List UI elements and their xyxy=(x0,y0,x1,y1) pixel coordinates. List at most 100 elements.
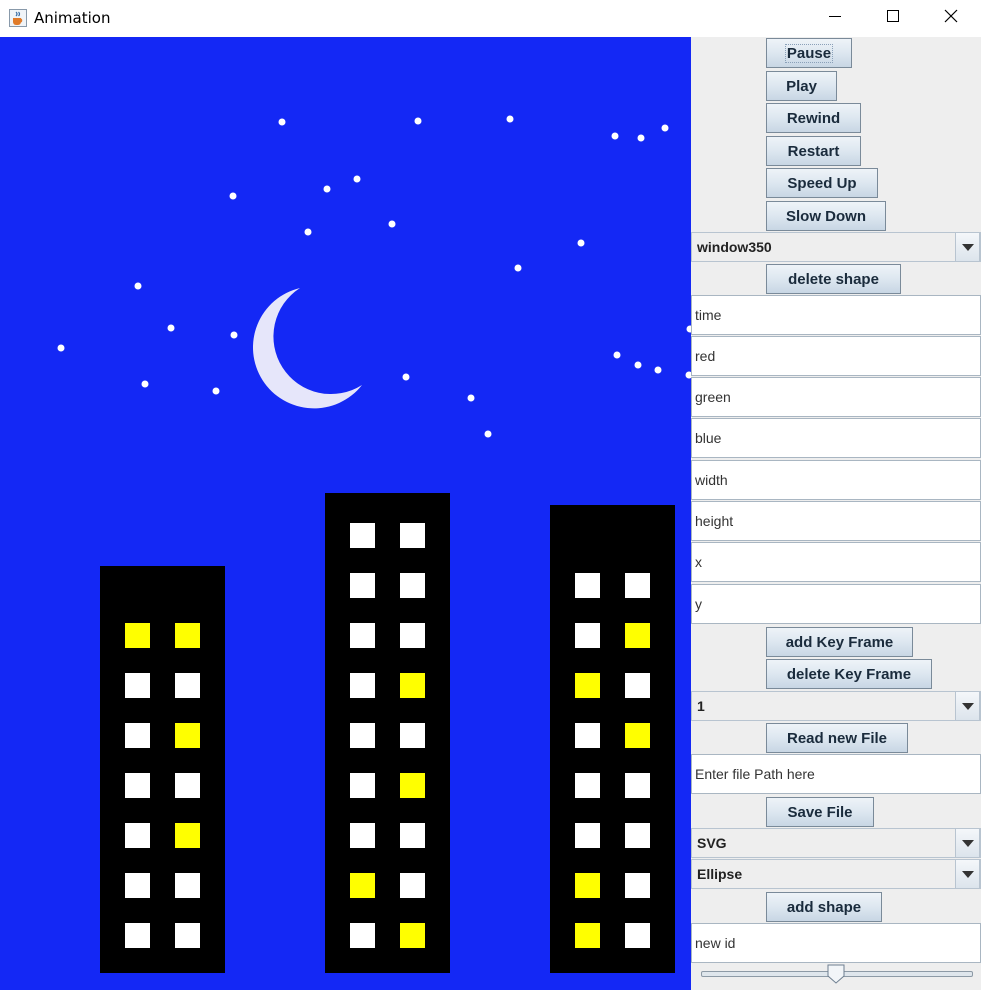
window xyxy=(400,723,425,748)
slow-down-button[interactable]: Slow Down xyxy=(766,201,886,231)
window xyxy=(175,873,200,898)
width-input[interactable] xyxy=(692,461,979,499)
maximize-icon xyxy=(886,9,900,28)
star xyxy=(613,351,621,359)
green-field[interactable] xyxy=(691,377,981,417)
keyframe-select[interactable]: 1 xyxy=(691,691,981,721)
star xyxy=(304,228,312,236)
shape-type-select[interactable]: Ellipse xyxy=(691,859,981,889)
building xyxy=(100,566,225,973)
shape-select-value: window350 xyxy=(697,239,772,255)
read-new-file-label: Read new File xyxy=(786,729,888,747)
delete-shape-label: delete shape xyxy=(788,270,879,288)
window xyxy=(350,923,375,948)
delete-shape-button[interactable]: delete shape xyxy=(766,264,901,294)
star xyxy=(57,344,65,352)
file-path-field[interactable] xyxy=(691,754,981,794)
blue-input[interactable] xyxy=(692,419,979,457)
window xyxy=(125,673,150,698)
shape-select[interactable]: window350 xyxy=(691,232,981,262)
green-input[interactable] xyxy=(692,378,979,416)
y-field[interactable] xyxy=(691,584,981,624)
minimize-icon xyxy=(828,9,842,28)
window xyxy=(125,923,150,948)
java-cup-icon xyxy=(9,9,27,27)
star xyxy=(506,115,514,123)
control-panel: Pause Play Rewind Restart Speed Up Slow … xyxy=(691,37,981,990)
play-label: Play xyxy=(786,77,817,95)
height-input[interactable] xyxy=(692,502,979,540)
chevron-down-icon[interactable] xyxy=(955,232,980,262)
new-id-input[interactable] xyxy=(692,924,979,962)
window xyxy=(575,823,600,848)
window xyxy=(625,773,650,798)
blue-field[interactable] xyxy=(691,418,981,458)
height-field[interactable] xyxy=(691,501,981,541)
restart-label: Restart xyxy=(787,142,840,160)
star xyxy=(611,132,619,140)
lit-window xyxy=(350,873,375,898)
star xyxy=(229,192,237,200)
window xyxy=(575,723,600,748)
read-new-file-button[interactable]: Read new File xyxy=(766,723,908,753)
pause-button[interactable]: Pause xyxy=(766,38,852,68)
chevron-down-icon[interactable] xyxy=(955,859,980,889)
window xyxy=(400,573,425,598)
x-field[interactable] xyxy=(691,542,981,582)
window xyxy=(350,723,375,748)
rewind-button[interactable]: Rewind xyxy=(766,103,861,133)
time-field[interactable] xyxy=(691,295,981,335)
shape-type-select-value: Ellipse xyxy=(697,866,743,882)
format-select[interactable]: SVG xyxy=(691,828,981,858)
window xyxy=(175,673,200,698)
star xyxy=(654,366,662,374)
star xyxy=(661,124,669,132)
star xyxy=(141,380,149,388)
delete-key-frame-label: delete Key Frame xyxy=(786,665,912,683)
file-path-input[interactable] xyxy=(692,755,979,793)
window xyxy=(350,523,375,548)
restart-button[interactable]: Restart xyxy=(766,136,861,166)
window xyxy=(175,773,200,798)
delete-key-frame-button[interactable]: delete Key Frame xyxy=(766,659,932,689)
star xyxy=(402,373,410,381)
window xyxy=(350,673,375,698)
maximize-button[interactable] xyxy=(864,0,922,37)
lit-window xyxy=(575,673,600,698)
add-key-frame-label: add Key Frame xyxy=(785,633,894,651)
lit-window xyxy=(175,623,200,648)
star xyxy=(414,117,422,125)
window xyxy=(625,923,650,948)
title-bar: Animation xyxy=(0,0,981,37)
add-shape-button[interactable]: add shape xyxy=(766,892,882,922)
lit-window xyxy=(400,773,425,798)
red-field[interactable] xyxy=(691,336,981,376)
red-input[interactable] xyxy=(692,337,979,375)
window xyxy=(125,823,150,848)
window xyxy=(400,873,425,898)
window-title: Animation xyxy=(34,9,111,27)
x-input[interactable] xyxy=(692,543,979,581)
close-button[interactable] xyxy=(922,0,980,37)
building xyxy=(325,493,450,973)
add-key-frame-button[interactable]: add Key Frame xyxy=(766,627,913,657)
minimize-button[interactable] xyxy=(806,0,864,37)
lit-window xyxy=(125,623,150,648)
star xyxy=(467,394,475,402)
window xyxy=(350,823,375,848)
chevron-down-icon[interactable] xyxy=(955,828,980,858)
window xyxy=(575,773,600,798)
y-input[interactable] xyxy=(692,585,979,623)
window xyxy=(400,623,425,648)
speed-up-button[interactable]: Speed Up xyxy=(766,168,878,198)
play-button[interactable]: Play xyxy=(766,71,837,101)
speed-slider-thumb[interactable] xyxy=(827,964,845,989)
width-field[interactable] xyxy=(691,460,981,500)
chevron-down-icon[interactable] xyxy=(955,691,980,721)
time-input[interactable] xyxy=(692,296,979,334)
star xyxy=(388,220,396,228)
star xyxy=(484,430,492,438)
new-id-field[interactable] xyxy=(691,923,981,963)
star xyxy=(353,175,361,183)
save-file-button[interactable]: Save File xyxy=(766,797,874,827)
